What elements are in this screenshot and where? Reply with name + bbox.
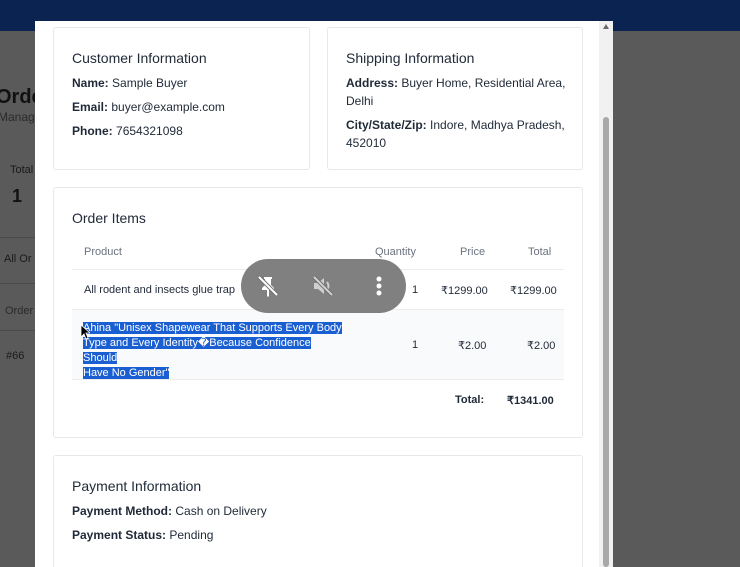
scrollbar-thumb[interactable] — [603, 117, 609, 567]
customer-name: Name: Sample Buyer — [72, 76, 188, 90]
shipping-info-title: Shipping Information — [346, 50, 475, 66]
column-quantity: Quantity — [375, 246, 416, 258]
item-product: All rodent and insects glue trap — [84, 284, 236, 296]
order-total-value: ₹1341.00 — [507, 395, 554, 407]
unpin-icon[interactable] — [254, 272, 282, 300]
item-price: ₹2.00 — [458, 340, 487, 352]
order-id[interactable]: #66 — [6, 350, 24, 362]
shipping-address: Address: Buyer Home, Residential Area, — [346, 76, 566, 90]
item-quantity: 1 — [412, 284, 419, 296]
order-total-label: Total: — [455, 394, 485, 406]
tab-all-orders[interactable]: All Or — [4, 253, 32, 265]
mouse-cursor-icon — [80, 324, 90, 340]
customer-phone: Phone: 7654321098 — [72, 124, 183, 138]
more-vertical-icon[interactable] — [365, 272, 393, 300]
item-price: ₹1299.00 — [441, 285, 488, 297]
floating-media-controls — [241, 259, 406, 313]
item-total: ₹1299.00 — [510, 285, 557, 297]
payment-method: Payment Method: Cash on Delivery — [72, 504, 267, 518]
customer-info-title: Customer Information — [72, 50, 207, 66]
modal-scrollbar[interactable] — [599, 21, 613, 567]
column-price: Price — [460, 246, 486, 258]
divider — [0, 283, 36, 284]
scroll-up-arrow-icon[interactable] — [603, 24, 609, 29]
column-total: Total — [528, 246, 552, 258]
column-product: Product — [84, 246, 122, 258]
shipping-zip: 452010 — [346, 136, 387, 150]
total-orders-value: 1 — [12, 186, 23, 206]
item-product-selected: Ahina "Unisex Shapewear That Supports Ev… — [83, 322, 342, 379]
mute-icon[interactable] — [309, 272, 337, 300]
order-column-header: Order — [5, 305, 34, 317]
order-items-title: Order Items — [72, 210, 146, 226]
shipping-info-card: Shipping Information Address: Buyer Home… — [327, 27, 583, 170]
customer-email: Email: buyer@example.com — [72, 100, 225, 114]
table-divider — [72, 379, 564, 380]
shipping-city: City/State/Zip: Indore, Madhya Pradesh, — [346, 118, 565, 132]
payment-info-title: Payment Information — [72, 478, 202, 494]
item-quantity: 1 — [412, 339, 419, 351]
divider — [0, 330, 36, 331]
shipping-address-line2: Delhi — [346, 94, 374, 108]
payment-status: Payment Status: Pending — [72, 528, 214, 542]
divider — [0, 237, 36, 238]
payment-info-card: Payment Information Payment Method: Cash… — [53, 455, 583, 567]
item-total: ₹2.00 — [527, 340, 556, 352]
total-orders-label: Total — [10, 164, 34, 176]
customer-info-card: Customer Information Name: Sample Buyer … — [53, 27, 310, 170]
